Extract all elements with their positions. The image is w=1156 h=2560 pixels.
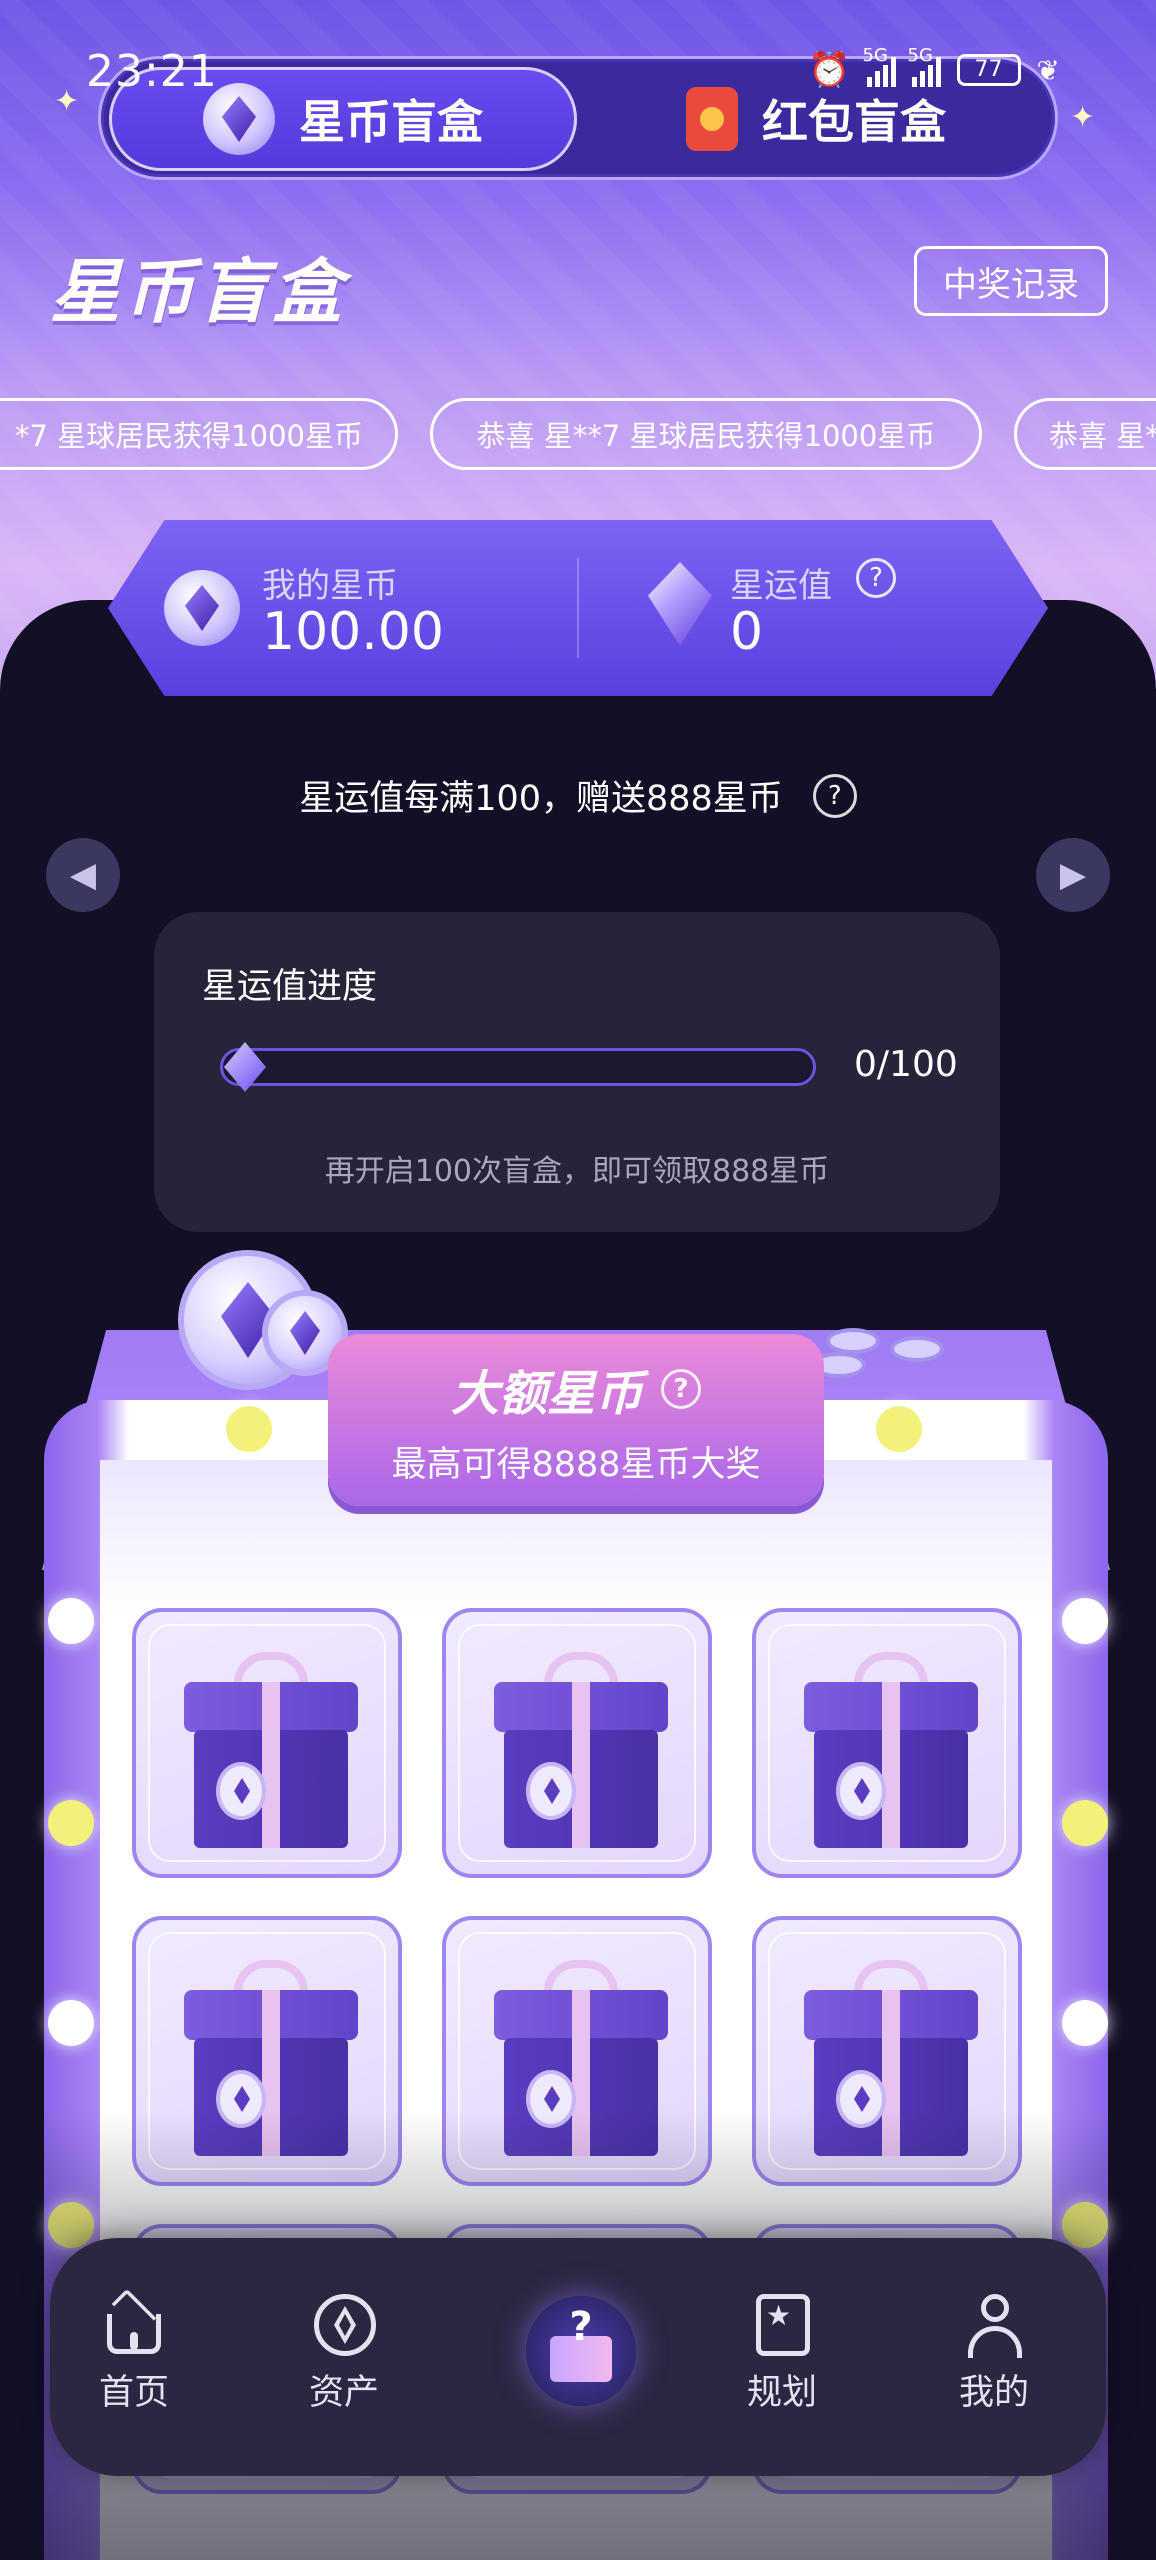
battery-icon: 77 xyxy=(956,54,1021,86)
machine-light xyxy=(1062,2000,1108,2046)
progress-hint: 再开启100次盲盒，即可领取888星币 xyxy=(324,1154,830,1189)
prize-help-icon[interactable]: ? xyxy=(661,1369,701,1409)
star-coin-icon xyxy=(826,1328,880,1354)
big-prize-banner: 大额星币 ? 最高可得8888星币大奖 xyxy=(328,1334,824,1506)
page-title: 星币盲盒 xyxy=(50,251,346,333)
leaf-icon: ❦ xyxy=(1036,53,1060,87)
nav-label: 资产 xyxy=(308,2373,379,2413)
signal-icon: 5G xyxy=(863,45,896,87)
signal-icon: 5G xyxy=(908,45,941,87)
blind-box-cell[interactable] xyxy=(752,1608,1022,1878)
my-coins-label: 我的星币 xyxy=(262,566,398,606)
profile-icon xyxy=(964,2294,1024,2358)
banner-title-row: 大额星币 ? xyxy=(328,1354,824,1424)
nav-assets[interactable]: 资产 xyxy=(274,2294,414,2415)
luck-help-icon[interactable]: ? xyxy=(856,558,896,598)
divider xyxy=(577,558,579,658)
status-time: 23:21 xyxy=(86,46,218,97)
nav-blind-box[interactable]: ? xyxy=(526,2296,636,2406)
ticker-item: *7 星球居民获得1000星币 xyxy=(0,398,398,470)
luck-label: 星运值 xyxy=(730,566,832,606)
machine-light xyxy=(1062,1800,1108,1846)
nav-label: 我的 xyxy=(958,2373,1029,2413)
machine-light xyxy=(226,1406,272,1452)
gift-box-icon xyxy=(804,1652,978,1852)
banner-subtitle: 最高可得8888星币大奖 xyxy=(391,1445,761,1485)
nav-plan[interactable]: ★ 规划 xyxy=(712,2294,852,2415)
question-mark-icon: ? xyxy=(569,2304,593,2350)
luck-rule-info: 星运值每满100，赠送888星币 ? xyxy=(0,770,1156,821)
status-bar: 23:21 ⏰ 5G 5G 77 ❦ xyxy=(0,40,1156,110)
machine-light xyxy=(48,1800,94,1846)
gift-box-icon xyxy=(184,1652,358,1852)
status-icons: ⏰ 5G 5G 77 ❦ xyxy=(808,45,1060,90)
ticker-item: 恭喜 星* xyxy=(1014,398,1156,470)
machine-light xyxy=(48,1598,94,1644)
nav-label: 规划 xyxy=(746,2373,817,2413)
next-arrow-button[interactable]: ▶ xyxy=(1036,838,1110,912)
luck-value: 0 xyxy=(730,602,764,662)
luck-gem-icon xyxy=(648,562,712,646)
progress-count: 0/100 xyxy=(854,1044,958,1085)
nav-label: 首页 xyxy=(98,2373,169,2413)
luck-progress-card: 星运值进度 0/100 再开启100次盲盒，即可领取888星币 xyxy=(154,912,1000,1232)
home-icon xyxy=(104,2288,164,2356)
banner-title: 大额星币 xyxy=(450,1366,643,1422)
my-coins-value: 100.00 xyxy=(262,602,444,662)
machine-light xyxy=(48,2000,94,2046)
blind-box-cell[interactable] xyxy=(442,1608,712,1878)
winner-ticker: *7 星球居民获得1000星币 恭喜 星**7 星球居民获得1000星币 恭喜 … xyxy=(0,398,1156,470)
machine-light xyxy=(1062,1598,1108,1644)
bottom-navigation: 首页 资产 ? ★ 规划 我的 xyxy=(50,2238,1106,2476)
star-coin-icon xyxy=(164,570,240,646)
star-coin-icon xyxy=(890,1336,944,1362)
progress-bar xyxy=(220,1048,816,1086)
win-records-button[interactable]: 中奖记录 xyxy=(914,246,1108,316)
machine-light xyxy=(876,1406,922,1452)
nav-profile[interactable]: 我的 xyxy=(924,2294,1064,2415)
balance-card: 我的星币 100.00 星运值 ? 0 xyxy=(108,520,1048,696)
alarm-icon: ⏰ xyxy=(808,50,851,90)
ticker-item: 恭喜 星**7 星球居民获得1000星币 xyxy=(430,398,982,470)
rule-help-icon[interactable]: ? xyxy=(812,773,857,818)
gift-box-icon xyxy=(494,1652,668,1852)
nav-home[interactable]: 首页 xyxy=(64,2288,204,2415)
prev-arrow-button[interactable]: ◀ xyxy=(46,838,120,912)
blind-box-cell[interactable] xyxy=(132,1608,402,1878)
asset-icon xyxy=(314,2294,376,2356)
luck-rule-text: 星运值每满100，赠送888星币 xyxy=(299,779,783,819)
progress-title: 星运值进度 xyxy=(202,967,378,1007)
plan-icon: ★ xyxy=(752,2294,812,2356)
